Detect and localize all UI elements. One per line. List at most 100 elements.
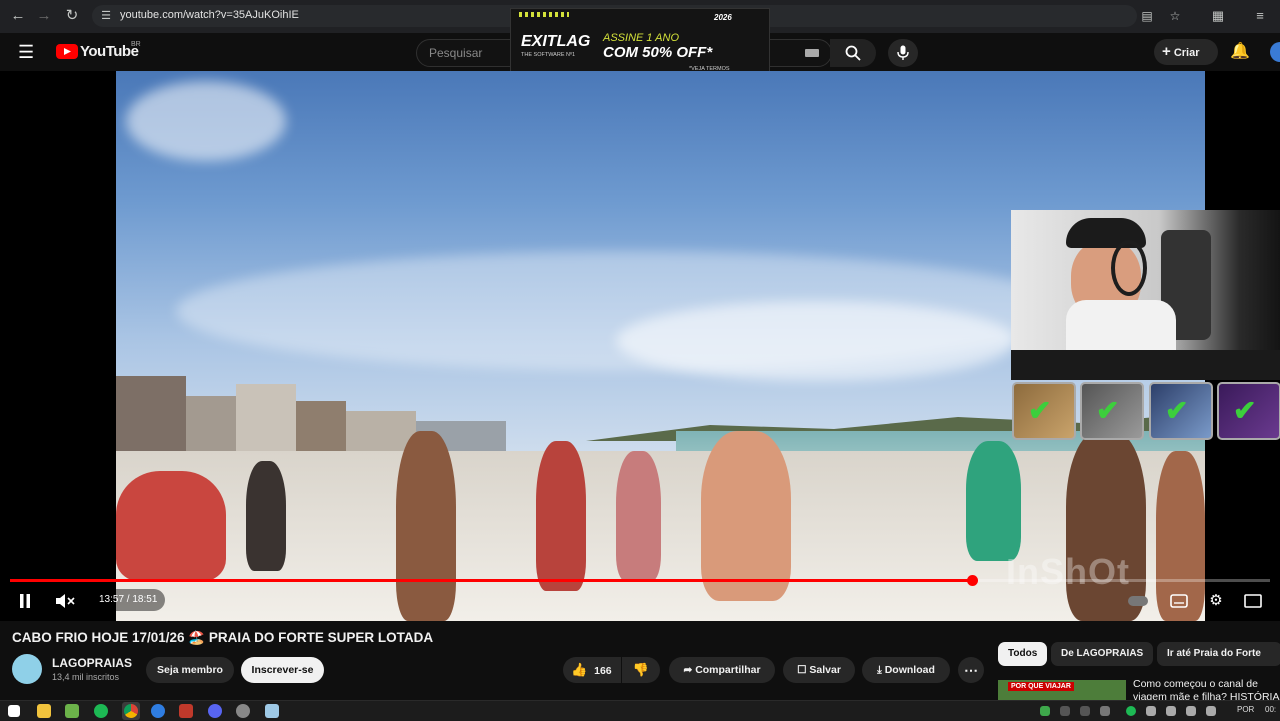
download-icon: ⤓ (877, 664, 882, 676)
menu-icon[interactable]: ☰ (18, 42, 34, 63)
checkmark-icon: ✔ (1028, 395, 1052, 426)
achievement-badge-2: ✔ (1080, 382, 1144, 440)
input-language[interactable]: POR (1237, 705, 1254, 714)
suggestion-thumb-text: POR QUE VIAJAR (1008, 682, 1074, 691)
ad-line1: ASSINE 1 ANO (603, 32, 680, 44)
like-count: 166 (594, 665, 612, 677)
url-text: youtube.com/watch?v=35AJuKOihIE (120, 9, 299, 21)
youtube-logo-text[interactable]: YouTube (80, 43, 139, 60)
keyboard-icon[interactable] (805, 49, 819, 57)
reload-icon[interactable]: ↻ (62, 6, 82, 26)
save-icon: ☐ (797, 664, 807, 676)
share-button[interactable]: ➦ Compartilhar (669, 657, 775, 683)
tray-icon[interactable] (1060, 706, 1070, 716)
autoplay-toggle[interactable] (1128, 590, 1150, 612)
current-time: 13:57 (99, 594, 125, 605)
subscriber-count: 13,4 mil inscritos (52, 672, 120, 682)
webcam-overlay (1011, 210, 1280, 350)
ad-brand: EXITLAG (521, 33, 591, 50)
ad-badge: 2026 (714, 13, 732, 22)
microphone-icon (897, 45, 909, 60)
subtitles-icon[interactable] (1168, 590, 1190, 612)
headset-icon (1111, 240, 1147, 296)
chip-go-to-place[interactable]: Ir até Praia do Forte (1157, 642, 1280, 666)
duration: 18:51 (132, 594, 158, 605)
discord-icon[interactable] (208, 704, 222, 718)
volume-icon[interactable] (1206, 706, 1216, 716)
spotify-tray-icon[interactable] (1126, 706, 1136, 716)
chip-from-channel[interactable]: De LAGOPRAIAS (1051, 642, 1154, 666)
search-icon (845, 45, 861, 61)
subscribe-button[interactable]: Inscrever-se (241, 657, 324, 683)
thumbs-down-icon: 👎 (632, 662, 650, 677)
file-explorer-icon[interactable] (37, 704, 51, 718)
site-info-icon[interactable]: ☰ (96, 6, 116, 26)
ad-stripe-decoration (519, 12, 569, 17)
tray-icon[interactable] (1100, 706, 1110, 716)
microphone-tray-icon[interactable] (1166, 706, 1176, 716)
dislike-button[interactable]: 👎 (622, 657, 660, 683)
app-icon[interactable] (65, 704, 79, 718)
tab-search-icon[interactable]: ≡ (1250, 6, 1270, 26)
pause-icon[interactable] (16, 590, 34, 612)
inshot-watermark: InShOt (1006, 551, 1130, 592)
search-placeholder: Pesquisar (429, 46, 483, 60)
obs-icon[interactable] (236, 704, 250, 718)
taskbar-clock[interactable]: 00: (1265, 705, 1276, 714)
browser-icon[interactable] (151, 704, 165, 718)
news-app-icon[interactable] (179, 704, 193, 718)
join-button[interactable]: Seja membro (146, 657, 234, 683)
voice-search-button[interactable] (888, 39, 918, 67)
tray-icon[interactable] (1080, 706, 1090, 716)
os-taskbar: POR 00: (0, 700, 1280, 721)
video-buildings (116, 366, 506, 456)
tray-icon[interactable] (1040, 706, 1050, 716)
progress-scrubber[interactable] (967, 575, 978, 586)
checkmark-icon: ✔ (1165, 395, 1189, 426)
settings-gear-icon[interactable]: ⚙ (1205, 590, 1227, 612)
save-label: Salvar (809, 664, 841, 676)
extensions-icon[interactable]: ▦ (1208, 6, 1228, 26)
ad-tagline: THE SOFTWARE Nº1 (521, 52, 576, 58)
theater-mode-icon[interactable] (1242, 590, 1264, 612)
checkmark-icon: ✔ (1096, 395, 1120, 426)
notepad-icon[interactable] (265, 704, 279, 718)
more-actions-icon[interactable]: ⋯ (958, 657, 984, 683)
forward-arrow-icon[interactable]: → (34, 6, 54, 26)
chrome-active-icon[interactable] (122, 702, 140, 720)
start-menu-icon[interactable] (8, 705, 20, 717)
cast-icon[interactable]: ▤ (1137, 6, 1157, 26)
tray-icon[interactable] (1146, 706, 1156, 716)
time-display: 13:57 / 18:51 (91, 589, 166, 611)
video-title: CABO FRIO HOJE 17/01/26 🏖️ PRAIA DO FORT… (12, 630, 434, 645)
share-icon: ➦ (683, 664, 693, 676)
ad-line2: COM 50% OFF* (603, 44, 713, 61)
spotify-icon[interactable] (94, 704, 108, 718)
progress-fill (10, 579, 972, 582)
plus-icon: + (1162, 43, 1171, 60)
like-button[interactable]: 👍 166 (563, 657, 621, 683)
download-label: Download (884, 664, 935, 676)
save-button[interactable]: ☐ Salvar (783, 657, 855, 683)
channel-avatar[interactable] (12, 654, 42, 684)
progress-bar[interactable] (10, 575, 1270, 586)
search-button[interactable] (830, 39, 876, 67)
share-label: Compartilhar (695, 664, 761, 676)
create-button[interactable]: + Criar (1154, 39, 1218, 65)
achievement-badge-4: ✔ (1217, 382, 1280, 440)
thumbs-up-icon: 👍 (571, 662, 588, 677)
bookmark-star-icon[interactable]: ☆ (1165, 6, 1185, 26)
account-avatar[interactable] (1270, 42, 1280, 62)
channel-name[interactable]: LAGOPRAIAS (52, 656, 132, 670)
chip-all[interactable]: Todos (998, 642, 1048, 666)
notifications-bell-icon[interactable]: 🔔 (1230, 41, 1250, 61)
network-icon[interactable] (1186, 706, 1196, 716)
mute-icon[interactable] (54, 590, 76, 612)
download-button[interactable]: ⤓ Download (862, 657, 950, 683)
webcam-band (1011, 350, 1280, 380)
youtube-logo-icon[interactable] (56, 44, 78, 59)
achievement-badge-1: ✔ (1012, 382, 1076, 440)
back-arrow-icon[interactable]: ← (8, 6, 28, 26)
checkmark-icon: ✔ (1233, 395, 1257, 426)
achievement-badge-3: ✔ (1149, 382, 1213, 440)
